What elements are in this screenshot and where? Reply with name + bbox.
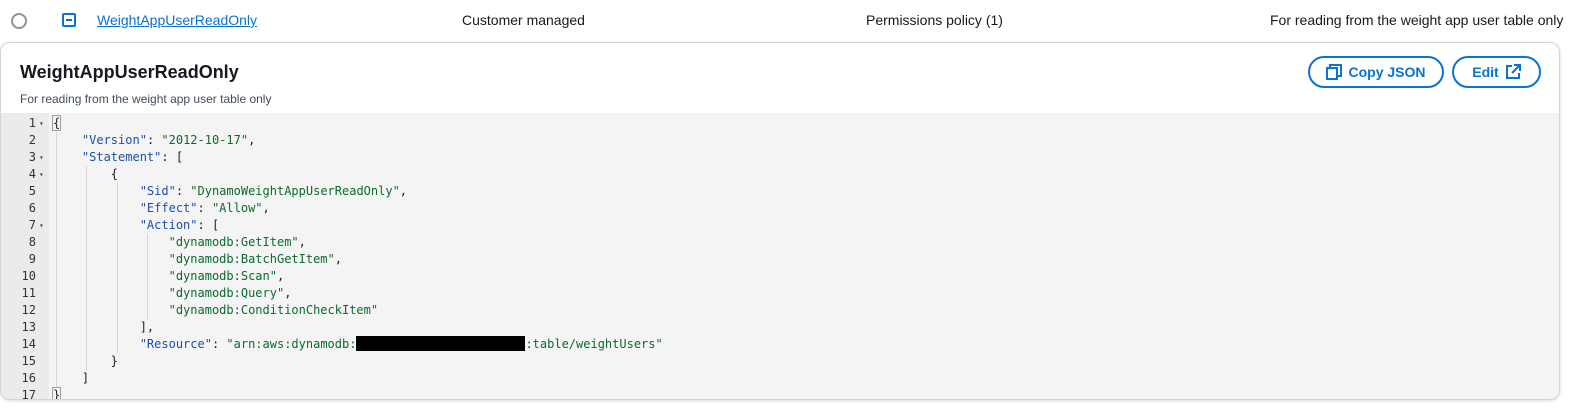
code-line: "dynamodb:BatchGetItem", (168, 252, 342, 266)
copy-json-label: Copy JSON (1348, 64, 1426, 80)
line-number: 2 (28, 133, 36, 147)
line-number: 13 (21, 320, 36, 334)
policy-description-cell: For reading from the weight app user tab… (1270, 12, 1564, 28)
line-number: 3 (28, 150, 36, 164)
line-number: 16 (21, 371, 36, 385)
line-number: 5 (28, 184, 36, 198)
line-number: 15 (21, 354, 36, 368)
line-number: 17 (21, 388, 36, 400)
policy-type-cell: Customer managed (462, 12, 585, 28)
policy-table-row[interactable]: WeightAppUserReadOnly Customer managed P… (0, 0, 1595, 42)
line-number: 11 (21, 286, 36, 300)
line-number: 7 (28, 218, 36, 232)
line-number: 8 (28, 235, 36, 249)
code-line: "Statement": [ (81, 150, 184, 164)
attached-as-cell: Permissions policy (1) (866, 12, 1003, 28)
code-line: "dynamodb:Scan", (168, 269, 285, 283)
code-line: } (53, 354, 119, 368)
copy-icon (1326, 64, 1343, 80)
fold-arrow-icon[interactable]: ▾ (39, 166, 44, 183)
code-line: { (51, 115, 62, 131)
fold-arrow-icon[interactable]: ▾ (39, 217, 44, 234)
code-line: { (53, 167, 119, 181)
panel-title: WeightAppUserReadOnly (20, 62, 239, 82)
line-number: 12 (21, 303, 36, 317)
line-number: 6 (28, 201, 36, 215)
editor-gutter: 1 ▾ 2 3 ▾ 4 ▾ 5 6 7 ▾ 8 9 10 11 12 13 14… (1, 113, 49, 400)
policy-json-editor[interactable]: 1 ▾ 2 3 ▾ 4 ▾ 5 6 7 ▾ 8 9 10 11 12 13 14… (1, 113, 1559, 400)
code-line: "Version": "2012-10-17", (81, 133, 256, 147)
policy-name-link[interactable]: WeightAppUserReadOnly (97, 12, 257, 28)
line-number: 9 (28, 252, 36, 266)
code-line: ], (53, 320, 155, 334)
code-line: "Resource": "arn:aws:dynamodb::table/wei… (139, 336, 663, 351)
line-number: 1 (28, 116, 36, 130)
code-line: } (51, 387, 62, 400)
collapse-icon[interactable] (62, 13, 76, 27)
line-number: 4 (28, 167, 36, 181)
copy-json-button[interactable]: Copy JSON (1308, 56, 1444, 88)
code-line: "dynamodb:ConditionCheckItem" (168, 303, 379, 317)
redacted-account-id (356, 336, 526, 351)
panel-description: For reading from the weight app user tab… (20, 92, 272, 106)
line-number: 10 (21, 269, 36, 283)
external-link-icon (1505, 64, 1521, 79)
row-select-radio[interactable] (11, 13, 27, 29)
policy-detail-panel: WeightAppUserReadOnly For reading from t… (0, 42, 1560, 400)
code-line: "Action": [ (139, 218, 220, 232)
code-line: "Effect": "Allow", (139, 201, 270, 215)
line-number: 14 (21, 337, 36, 351)
fold-arrow-icon[interactable]: ▾ (39, 115, 44, 132)
code-line: "dynamodb:GetItem", (168, 235, 306, 249)
edit-button[interactable]: Edit (1452, 56, 1541, 88)
edit-label: Edit (1472, 64, 1499, 80)
code-line: "dynamodb:Query", (168, 286, 292, 300)
code-line: ] (53, 371, 90, 385)
fold-arrow-icon[interactable]: ▾ (39, 149, 44, 166)
code-line: "Sid": "DynamoWeightAppUserReadOnly", (139, 184, 408, 198)
